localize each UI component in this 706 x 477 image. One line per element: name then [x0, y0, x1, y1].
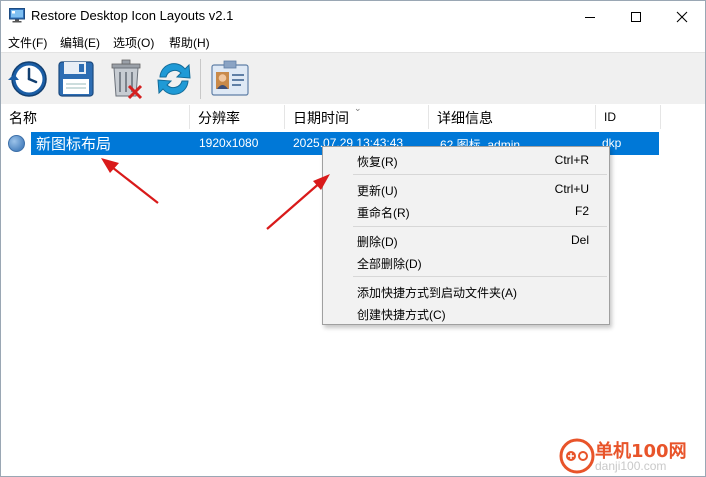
close-button[interactable] [659, 1, 705, 32]
context-item-update[interactable]: 更新(U) Ctrl+U [325, 178, 607, 200]
column-header-id[interactable]: ID [596, 105, 661, 129]
contact-card-icon[interactable] [208, 56, 252, 102]
context-item-label: 创建快捷方式(C) [357, 308, 446, 322]
context-item-add-startup-shortcut[interactable]: 添加快捷方式到启动文件夹(A) [325, 280, 607, 302]
app-monitor-icon [9, 8, 25, 23]
arrow-to-menu-icon [266, 174, 330, 230]
context-item-shortcut: F2 [574, 204, 589, 218]
watermark-logo-icon [559, 438, 595, 474]
context-item-shortcut: Ctrl+U [554, 182, 589, 196]
context-item-label: 添加快捷方式到启动文件夹(A) [357, 286, 517, 300]
toolbar [1, 52, 705, 104]
column-header-name[interactable]: 名称 [1, 105, 190, 129]
context-menu: 恢复(R) Ctrl+R 更新(U) Ctrl+U 重命名(R) F2 删除(D… [322, 146, 610, 325]
row-resolution-cell: 1920x1080 [199, 136, 259, 150]
refresh-icon[interactable] [152, 56, 196, 102]
column-header-details[interactable]: 详细信息 [429, 105, 596, 129]
list-header: 名称 分辨率 日期时间 详细信息 ID [1, 105, 661, 129]
title-bar[interactable]: Restore Desktop Icon Layouts v2.1 [1, 1, 705, 32]
context-item-label: 更新(U) [357, 184, 398, 198]
menu-edit[interactable]: 编辑(E) [60, 34, 100, 51]
context-item-restore[interactable]: 恢复(R) Ctrl+R [325, 149, 607, 171]
menu-separator [353, 174, 607, 175]
watermark-url: danji100.com [595, 459, 667, 473]
maximize-button[interactable] [613, 1, 659, 32]
minimize-button[interactable] [567, 1, 613, 32]
menu-separator [353, 276, 607, 277]
layout-globe-icon [8, 135, 25, 152]
menu-separator [353, 226, 607, 227]
context-item-label: 恢复(R) [357, 155, 398, 169]
row-name-cell: 新图标布局 [36, 136, 112, 153]
watermark: 单机100网 danji100.com [559, 435, 705, 476]
sort-down-icon: ⌄ [354, 103, 362, 113]
app-window: Restore Desktop Icon Layouts v2.1 文件(F) … [0, 0, 706, 477]
context-item-shortcut: Del [570, 233, 589, 247]
window-title: Restore Desktop Icon Layouts v2.1 [31, 8, 234, 23]
context-item-delete[interactable]: 删除(D) Del [325, 229, 607, 251]
menu-bar: 文件(F) 编辑(E) 选项(O) 帮助(H) [1, 32, 705, 52]
restore-clock-icon[interactable] [5, 56, 49, 102]
menu-file[interactable]: 文件(F) [8, 34, 47, 51]
context-item-delete-all[interactable]: 全部删除(D) [325, 251, 607, 273]
arrow-to-row-icon [101, 158, 159, 204]
context-item-label: 删除(D) [357, 235, 398, 249]
column-header-resolution[interactable]: 分辨率 [190, 105, 285, 129]
save-disk-icon[interactable] [54, 56, 98, 102]
toolbar-separator [200, 59, 201, 99]
context-item-label: 全部删除(D) [357, 257, 422, 271]
context-item-label: 重命名(R) [357, 206, 410, 220]
menu-options[interactable]: 选项(O) [113, 34, 154, 51]
context-item-create-shortcut[interactable]: 创建快捷方式(C) [325, 302, 607, 324]
context-item-rename[interactable]: 重命名(R) F2 [325, 200, 607, 222]
menu-help[interactable]: 帮助(H) [169, 34, 210, 51]
delete-trash-icon[interactable] [104, 56, 148, 102]
context-item-shortcut: Ctrl+R [554, 153, 589, 167]
